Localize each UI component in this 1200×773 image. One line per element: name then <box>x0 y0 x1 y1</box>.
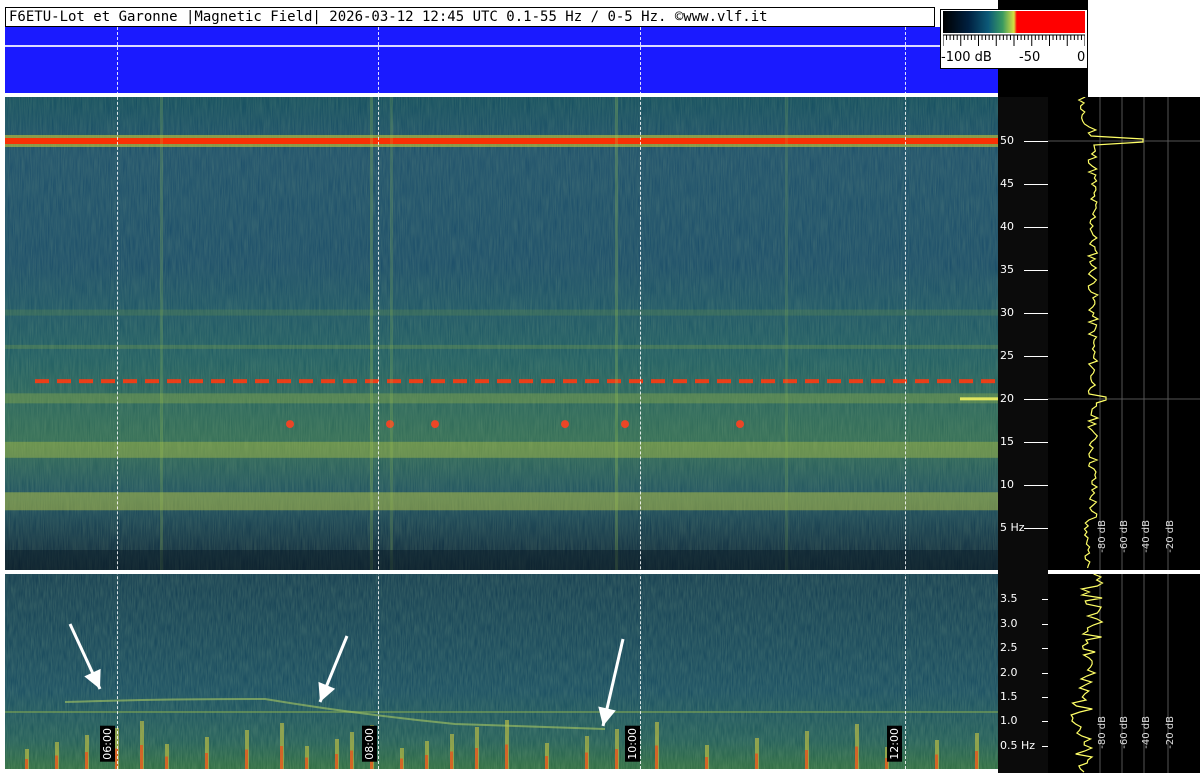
main-spectrum-profile <box>1048 97 1200 570</box>
header-separator <box>5 45 998 47</box>
colorbar: -100 dB -50 0 <box>940 9 1088 69</box>
frequency-label: 0.5 Hz <box>1000 739 1036 752</box>
frequency-label: 20 <box>1000 392 1014 405</box>
frequency-label: 2.0 <box>1000 666 1018 679</box>
db-label: -20 dB <box>1165 716 1176 749</box>
db-label: -40 dB <box>1141 716 1152 749</box>
db-label: -80 dB <box>1097 716 1108 749</box>
time-label: 08:00 <box>362 726 377 762</box>
main-spectrogram <box>5 97 998 570</box>
time-gridline <box>640 27 641 769</box>
low-frequency-spectrogram <box>5 574 998 769</box>
frequency-tick <box>1024 485 1048 486</box>
colorbar-ticks <box>943 34 1085 46</box>
db-label: -80 dB <box>1097 520 1108 553</box>
frequency-tick <box>1024 184 1048 185</box>
frequency-label: 45 <box>1000 177 1014 190</box>
db-label: -20 dB <box>1165 520 1176 553</box>
frequency-label: 40 <box>1000 220 1014 233</box>
frequency-label: 3.5 <box>1000 592 1018 605</box>
db-label: -40 dB <box>1141 520 1152 553</box>
frequency-label: 1.0 <box>1000 714 1018 727</box>
frequency-label: 35 <box>1000 263 1014 276</box>
time-label: 06:00 <box>100 726 115 762</box>
db-label: -60 dB <box>1119 520 1130 553</box>
frequency-tick <box>1024 528 1048 529</box>
colorbar-min-label: -100 dB <box>941 50 992 65</box>
frequency-label: 25 <box>1000 349 1014 362</box>
frequency-label: 50 <box>1000 134 1014 147</box>
time-label: 10:00 <box>625 726 640 762</box>
time-gridline <box>117 27 118 769</box>
frequency-label: 1.5 <box>1000 690 1018 703</box>
frequency-label: 2.5 <box>1000 641 1018 654</box>
title-bar: F6ETU-Lot et Garonne |Magnetic Field| 20… <box>5 7 935 27</box>
time-gridline <box>905 27 906 769</box>
colorbar-mid-label: -50 <box>1019 50 1041 65</box>
frequency-label: 10 <box>1000 478 1014 491</box>
frequency-label: 30 <box>1000 306 1014 319</box>
colorbar-gradient <box>943 11 1085 33</box>
frequency-label: 3.0 <box>1000 617 1018 630</box>
page-title: F6ETU-Lot et Garonne |Magnetic Field| 20… <box>9 9 768 25</box>
db-label: -60 dB <box>1119 716 1130 749</box>
frequency-tick <box>1024 141 1048 142</box>
colorbar-max-label: 0 <box>1077 50 1086 65</box>
time-gridline <box>378 27 379 769</box>
frequency-tick <box>1024 356 1048 357</box>
frequency-tick <box>1024 399 1048 400</box>
frequency-label: 5 Hz <box>1000 521 1025 534</box>
frequency-tick <box>1024 227 1048 228</box>
time-label: 12:00 <box>887 726 902 762</box>
frequency-tick <box>1024 270 1048 271</box>
frequency-tick <box>1024 313 1048 314</box>
frequency-tick <box>1024 442 1048 443</box>
frequency-label: 15 <box>1000 435 1014 448</box>
header-band <box>5 27 998 93</box>
